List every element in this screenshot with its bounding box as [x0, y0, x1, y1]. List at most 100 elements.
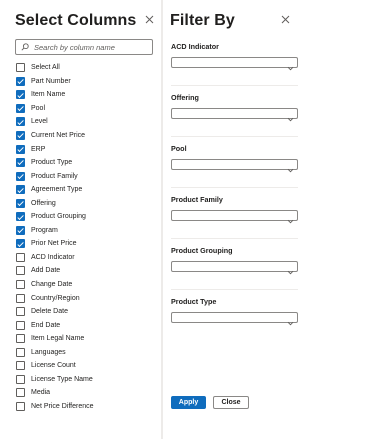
column-item[interactable]: Add Date [16, 264, 156, 278]
column-checkbox[interactable] [16, 225, 25, 235]
column-item[interactable]: Current Net Price [16, 129, 156, 143]
filter-separator [171, 85, 298, 86]
column-item[interactable]: Agreement Type [16, 183, 156, 197]
column-item[interactable]: Level [16, 115, 156, 129]
column-checkbox[interactable] [16, 266, 25, 276]
column-checkbox[interactable] [16, 293, 25, 303]
filter-dropdown[interactable] [171, 261, 298, 275]
filter-dropdown[interactable] [171, 210, 298, 224]
column-item[interactable]: Prior Net Price [16, 237, 156, 251]
column-checkbox[interactable] [16, 171, 25, 181]
chevron-down-icon [287, 263, 294, 281]
column-item[interactable]: Pool [16, 102, 156, 116]
column-item[interactable]: Languages [16, 345, 156, 359]
column-label: Change Date [31, 281, 73, 289]
column-label: Languages [31, 348, 66, 356]
column-label: Media [31, 389, 51, 397]
filter-label: Product Type [171, 297, 217, 306]
filter-separator [171, 187, 298, 188]
column-checkbox[interactable] [16, 347, 25, 357]
column-list: Select All Part Number Item Name Pool Level C… [16, 61, 156, 413]
column-checkbox[interactable] [16, 401, 25, 411]
column-item[interactable]: Item Name [16, 88, 156, 102]
filter-group: Offering [171, 93, 298, 122]
column-checkbox[interactable] [16, 334, 25, 344]
column-item[interactable]: Product Type [16, 156, 156, 170]
filter-group: Product Family [171, 195, 298, 224]
column-item[interactable]: Delete Date [16, 305, 156, 319]
column-checkbox[interactable] [16, 76, 25, 86]
column-label: Net Price Difference [31, 402, 94, 410]
filter-label: Offering [171, 93, 199, 102]
filter-group: Product Grouping [171, 246, 298, 275]
column-checkbox[interactable] [16, 131, 25, 140]
column-label: License Type Name [31, 375, 93, 383]
filter-dropdown-value [172, 321, 176, 328]
column-checkbox[interactable] [16, 307, 25, 317]
column-label: Current Net Price [31, 132, 86, 139]
column-checkbox[interactable] [16, 158, 25, 168]
column-item[interactable]: License Count [16, 359, 156, 373]
select-all-item[interactable]: Select All [16, 61, 156, 75]
column-item[interactable]: ERP [16, 142, 156, 156]
column-checkbox[interactable] [16, 212, 25, 222]
column-item[interactable]: End Date [16, 318, 156, 332]
column-item[interactable]: License Type Name [16, 373, 156, 387]
column-checkbox[interactable] [16, 280, 25, 290]
filter-dropdown-value [172, 117, 176, 124]
column-item[interactable]: Part Number [16, 75, 156, 89]
column-item[interactable]: Program [16, 224, 156, 238]
apply-button[interactable]: Apply [171, 396, 206, 409]
column-item[interactable]: Offering [16, 196, 156, 210]
column-checkbox[interactable] [16, 361, 25, 371]
filter-label: ACD Indicator [171, 42, 219, 51]
filter-label: Product Family [171, 195, 223, 204]
search-icon [21, 38, 29, 56]
filter-dropdown[interactable] [171, 312, 298, 326]
column-checkbox[interactable] [16, 320, 25, 330]
column-checkbox[interactable] [16, 103, 25, 113]
column-label: Select All [31, 64, 60, 72]
search-input[interactable] [34, 42, 144, 52]
chevron-down-icon [287, 110, 294, 128]
column-label: End Date [31, 321, 61, 329]
filter-dropdown[interactable] [171, 108, 298, 122]
chevron-down-icon [287, 314, 294, 332]
filter-dropdown-value [172, 66, 176, 73]
column-label: Product Type [31, 159, 73, 167]
column-checkbox[interactable] [16, 90, 25, 100]
column-checkbox[interactable] [16, 252, 25, 262]
select-columns-panel: Select Columns Select All Part Number Item… [0, 0, 162, 439]
column-checkbox[interactable] [16, 144, 25, 154]
close-button[interactable]: Close [213, 396, 249, 409]
chevron-down-icon [287, 212, 294, 230]
column-item[interactable]: ACD Indicator [16, 251, 156, 265]
column-label: License Count [31, 362, 76, 370]
column-label: Country/Region [31, 294, 80, 302]
column-checkbox[interactable] [16, 388, 25, 398]
close-icon[interactable] [145, 15, 157, 27]
column-label: ERP [31, 145, 46, 153]
column-item[interactable]: Change Date [16, 278, 156, 292]
column-checkbox[interactable] [16, 198, 25, 208]
column-item[interactable]: Product Family [16, 169, 156, 183]
column-item[interactable]: Item Legal Name [16, 332, 156, 346]
column-checkbox[interactable] [16, 117, 25, 127]
filter-dropdown[interactable] [171, 159, 298, 173]
select-columns-title: Select Columns [15, 12, 137, 29]
column-label: Item Legal Name [31, 335, 85, 343]
column-checkbox[interactable] [16, 185, 25, 195]
column-item[interactable]: Country/Region [16, 291, 156, 305]
filter-dropdown-value [172, 270, 176, 277]
column-checkbox[interactable] [16, 239, 25, 249]
filter-dropdown[interactable] [171, 57, 298, 71]
filter-group: Product Type [171, 297, 298, 326]
select-all-checkbox[interactable] [16, 63, 25, 73]
column-item[interactable]: Net Price Difference [16, 400, 156, 414]
column-item[interactable]: Media [16, 386, 156, 400]
search-box[interactable] [15, 39, 153, 55]
column-item[interactable]: Product Grouping [16, 210, 156, 224]
chevron-down-icon [287, 161, 294, 179]
close-icon[interactable] [281, 15, 293, 27]
column-checkbox[interactable] [16, 374, 25, 384]
